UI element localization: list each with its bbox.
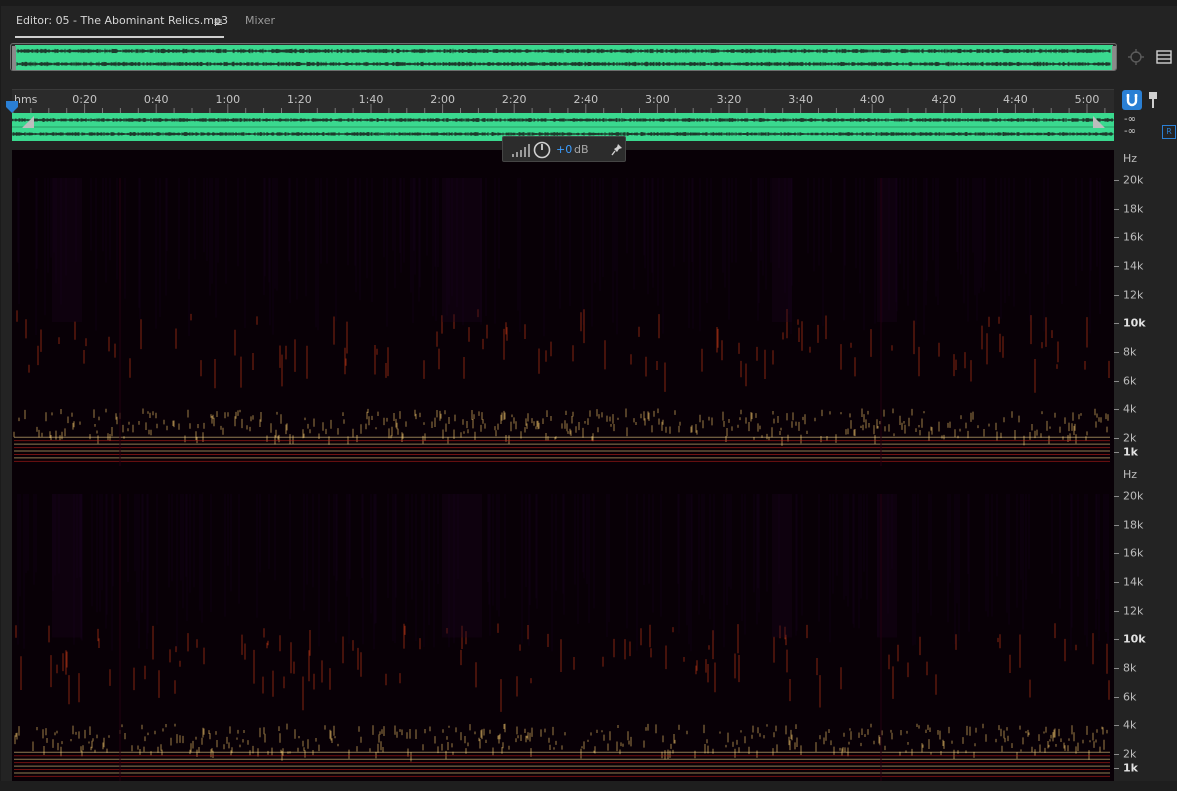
ruler-tick-label: 1:20 — [287, 93, 312, 106]
pin-icon[interactable] — [611, 143, 623, 157]
frequency-tick — [1114, 496, 1119, 497]
snap-magnet-icon[interactable] — [1122, 90, 1142, 110]
left-db-readout: -∞ — [1124, 114, 1136, 125]
frequency-tick — [1114, 409, 1119, 410]
gain-hud[interactable]: +0 dB — [502, 136, 626, 162]
frequency-tick — [1114, 553, 1119, 554]
ruler-tick-label: 4:20 — [931, 93, 957, 106]
ruler-tick-label: 2:40 — [573, 93, 599, 106]
frequency-label: 20k — [1123, 173, 1144, 187]
gain-unit: dB — [574, 143, 589, 156]
frequency-tick — [1114, 352, 1119, 353]
frequency-tick — [1114, 381, 1119, 382]
frequency-label: 10k — [1123, 316, 1146, 330]
overview-waveform — [12, 45, 1116, 70]
ruler-tick-label: 4:40 — [1003, 93, 1028, 106]
frequency-tick — [1114, 295, 1119, 296]
frequency-tick — [1114, 266, 1119, 267]
frequency-label: 2k — [1123, 431, 1137, 445]
frequency-tick — [1114, 668, 1119, 669]
tab-mixer[interactable]: Mixer — [245, 14, 275, 27]
panel-tab-bar: Editor: 05 - The Abominant Relics.mp3 ≡ … — [0, 0, 1177, 38]
frequency-unit: Hz — [1123, 468, 1138, 481]
marker-icon[interactable] — [1146, 91, 1160, 109]
spectrogram-image — [12, 150, 1114, 466]
level-bars-icon — [512, 144, 530, 157]
zoom-target-icon[interactable] — [1127, 48, 1145, 66]
ruler-tick-label: 4:00 — [859, 93, 885, 106]
frequency-tick — [1114, 697, 1119, 698]
ruler-tick-label: 2:00 — [430, 93, 455, 106]
frequency-tick — [1114, 582, 1119, 583]
ruler-tick-label: 1:00 — [215, 93, 241, 106]
ruler-tick-label: 3:40 — [788, 93, 813, 106]
gain-value[interactable]: +0 — [556, 143, 572, 156]
frequency-label: 18k — [1123, 518, 1144, 532]
frequency-label: 1k — [1123, 761, 1138, 775]
frequency-label: 18k — [1123, 202, 1144, 216]
gain-knob[interactable] — [533, 141, 551, 159]
frequency-tick — [1114, 180, 1119, 181]
playhead-icon[interactable] — [6, 101, 18, 113]
frequency-axis-top: Hz 20k 18k 16k 14k 12k 10k 8k 6k 4k 2k 1k — [1114, 150, 1177, 466]
frequency-tick — [1114, 452, 1119, 453]
frequency-label: 1k — [1123, 445, 1138, 459]
frequency-unit: Hz — [1123, 152, 1138, 165]
frequency-label: 2k — [1123, 747, 1137, 761]
ruler-tick-label: 2:20 — [501, 93, 527, 106]
spectrogram-left-channel[interactable] — [12, 150, 1114, 466]
status-strip — [0, 781, 1177, 791]
frequency-label: 12k — [1123, 604, 1144, 618]
frequency-tick — [1114, 323, 1119, 324]
frequency-axis-bottom: Hz 20k 18k 16k 14k 12k 10k 8k 6k 4k 2k 1k — [1114, 466, 1177, 781]
frequency-tick — [1114, 525, 1119, 526]
frequency-label: 8k — [1123, 661, 1137, 675]
frequency-label: 6k — [1123, 690, 1137, 704]
frequency-label: 12k — [1123, 288, 1144, 302]
hamburger-menu-icon[interactable]: ≡ — [213, 15, 223, 29]
frequency-label: 4k — [1123, 718, 1137, 732]
time-ruler[interactable]: hms 0:20 0:40 1:00 1:20 1:40 2:00 2:20 2:40 3:00… — [12, 89, 1114, 114]
frequency-label: 20k — [1123, 489, 1144, 503]
frequency-label: 10k — [1123, 632, 1146, 646]
tab-editor[interactable]: Editor: 05 - The Abominant Relics.mp3 — [16, 14, 228, 27]
spectrogram-image — [12, 466, 1114, 781]
frequency-label: 8k — [1123, 345, 1137, 359]
frequency-tick — [1114, 209, 1119, 210]
frequency-tick — [1114, 639, 1119, 640]
frequency-label: 14k — [1123, 259, 1144, 273]
ruler-tick-label: 0:40 — [143, 93, 169, 106]
ruler-tick-label: 5:00 — [1074, 93, 1100, 106]
spectrogram-right-channel[interactable] — [12, 466, 1114, 781]
ruler-tick-label: 3:00 — [645, 93, 670, 106]
frequency-tick — [1114, 438, 1119, 439]
frequency-label: 16k — [1123, 546, 1144, 560]
window-edge — [0, 38, 1, 791]
channel-meter: -∞ -∞ R — [1114, 113, 1177, 141]
ruler-tick-label: 1:40 — [358, 93, 384, 106]
frequency-label: 6k — [1123, 374, 1137, 388]
frequency-label: 14k — [1123, 575, 1144, 589]
frequency-tick — [1114, 725, 1119, 726]
frequency-tick — [1114, 754, 1119, 755]
frequency-tick — [1114, 237, 1119, 238]
right-db-readout: -∞ — [1124, 126, 1136, 137]
channel-r-toggle[interactable]: R — [1162, 125, 1176, 139]
frequency-tick — [1114, 768, 1119, 769]
zoom-navigator[interactable] — [10, 43, 1117, 71]
frequency-label: 16k — [1123, 230, 1144, 244]
list-view-icon[interactable] — [1155, 48, 1173, 66]
ruler-tick-label: 0:20 — [72, 93, 97, 106]
ruler-tick-label: 3:20 — [716, 93, 742, 106]
frequency-tick — [1114, 611, 1119, 612]
active-tab-indicator — [15, 36, 224, 38]
frequency-label: 4k — [1123, 402, 1137, 416]
